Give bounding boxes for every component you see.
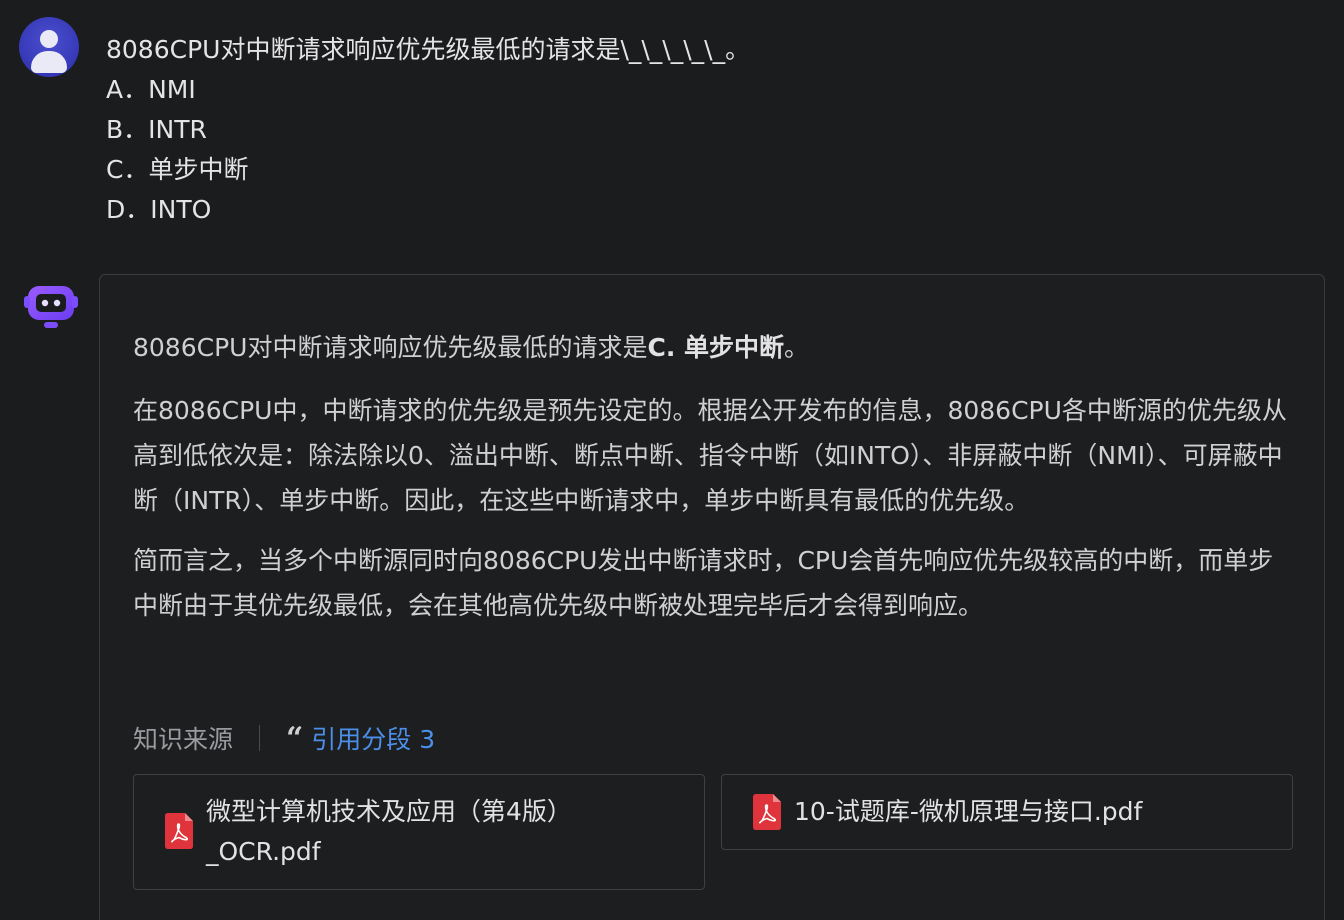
sources-label: 知识来源 — [133, 725, 234, 754]
option-a: A．NMI — [106, 75, 196, 104]
answer-paragraph-1: 8086CPU对中断请求响应优先级最低的请求是C. 单步中断。 — [133, 328, 1293, 368]
pdf-icon — [165, 813, 193, 849]
user-avatar-head — [40, 30, 58, 48]
option-d: D．INTO — [106, 195, 212, 224]
source-file-card-1[interactable]: 微型计算机技术及应用（第4版）_OCR.pdf — [133, 774, 705, 890]
user-question: 8086CPU对中断请求响应优先级最低的请求是\_\_\_\_\_。 A．NMI… — [106, 30, 750, 230]
user-avatar-body — [31, 51, 67, 73]
robot-icon — [24, 286, 78, 328]
answer-highlight: C. 单步中断 — [647, 333, 785, 362]
answer-lead-end: 。 — [784, 333, 810, 362]
quote-icon: “ — [286, 720, 304, 756]
pdf-icon — [753, 794, 781, 830]
option-b: B．INTR — [106, 115, 207, 144]
user-avatar — [19, 17, 79, 77]
option-c: C．单步中断 — [106, 155, 249, 184]
sources-divider — [259, 725, 261, 751]
source-file-card-2[interactable]: 10-试题库-微机原理与接口.pdf — [721, 774, 1293, 850]
answer-card: 8086CPU对中断请求响应优先级最低的请求是C. 单步中断。 在8086CPU… — [99, 274, 1325, 920]
citation-link[interactable]: 引用分段 3 — [311, 720, 435, 756]
question-text: 8086CPU对中断请求响应优先级最低的请求是\_\_\_\_\_。 — [106, 35, 751, 64]
answer-body: 8086CPU对中断请求响应优先级最低的请求是C. 单步中断。 在8086CPU… — [133, 328, 1293, 628]
answer-paragraph-2: 在8086CPU中，中断请求的优先级是预先设定的。根据公开发布的信息，8086C… — [133, 396, 1287, 515]
file-name: 10-试题库-微机原理与接口.pdf — [794, 797, 1143, 826]
chat-window: 8086CPU对中断请求响应优先级最低的请求是\_\_\_\_\_。 A．NMI… — [0, 0, 1344, 920]
answer-paragraph-3: 简而言之，当多个中断源同时向8086CPU发出中断请求时，CPU会首先响应优先级… — [133, 546, 1274, 620]
answer-lead: 8086CPU对中断请求响应优先级最低的请求是 — [133, 333, 648, 362]
file-name: 微型计算机技术及应用（第4版）_OCR.pdf — [206, 797, 572, 866]
sources-row: 知识来源 “ 引用分段 3 — [133, 720, 435, 756]
